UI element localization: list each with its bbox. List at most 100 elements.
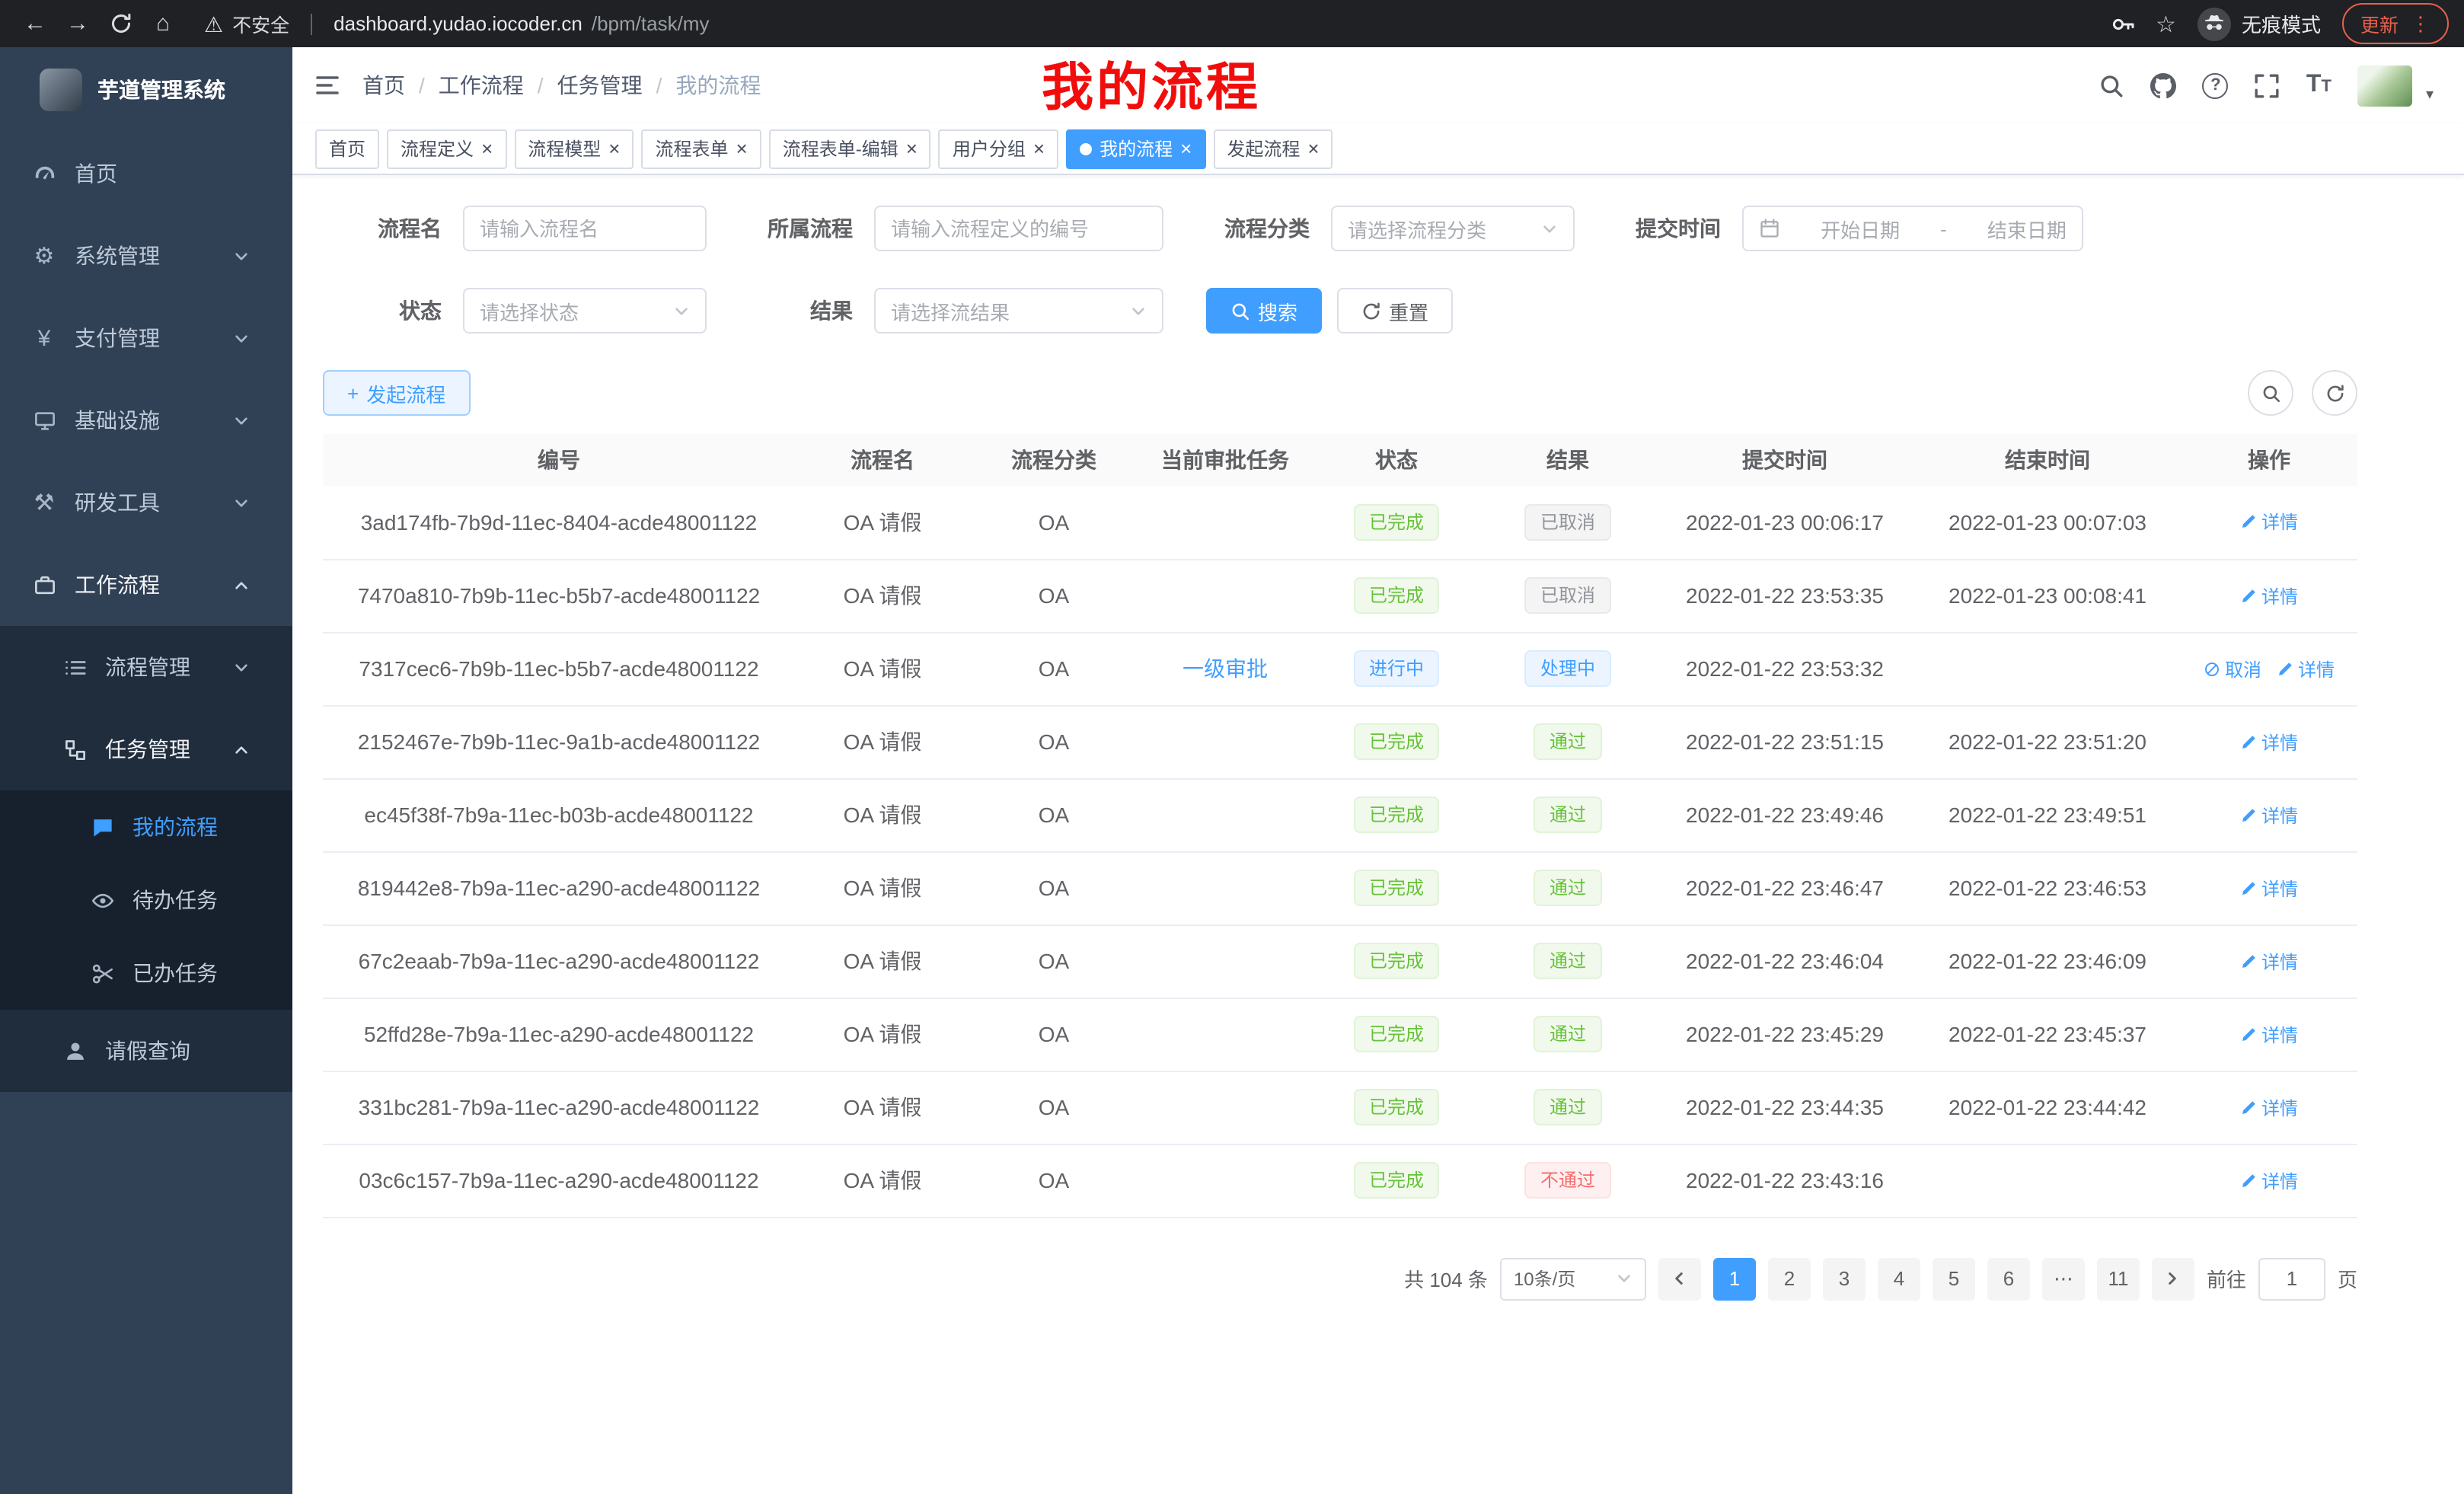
- status-select[interactable]: 请选择状态: [463, 288, 707, 334]
- action-label: 详情: [2261, 509, 2298, 535]
- font-size-icon[interactable]: TT: [2306, 72, 2332, 99]
- search-button[interactable]: 搜索: [1206, 288, 1322, 334]
- action-detail-link[interactable]: 详情: [2240, 1094, 2298, 1120]
- browser-update-button[interactable]: 更新 ⋮: [2342, 3, 2449, 44]
- cell-process-category: OA: [970, 924, 1138, 998]
- avatar[interactable]: [2357, 65, 2412, 106]
- reset-button[interactable]: 重置: [1337, 288, 1453, 334]
- result-tag: 通过: [1534, 723, 1601, 760]
- action-detail-link[interactable]: 详情: [2240, 1167, 2298, 1193]
- pagination-page-3[interactable]: 3: [1823, 1257, 1866, 1300]
- chevron-down-icon: [673, 302, 690, 319]
- sidebar-item-label: 我的流程: [132, 812, 271, 842]
- avatar-caret-icon[interactable]: ▾: [2426, 86, 2434, 103]
- tab-process-definition[interactable]: 流程定义×: [387, 129, 506, 168]
- tab-process-form[interactable]: 流程表单×: [641, 129, 761, 168]
- sidebar-item-payment[interactable]: ¥支付管理: [0, 297, 292, 379]
- tab-close-icon[interactable]: ×: [1307, 139, 1319, 158]
- sidebar-item-process-manage[interactable]: 流程管理: [0, 626, 292, 708]
- forward-button[interactable]: →: [58, 4, 97, 43]
- current-task-link[interactable]: 一级审批: [1183, 656, 1268, 681]
- breadcrumb-item[interactable]: 工作流程: [439, 70, 524, 101]
- password-key-icon[interactable]: [2110, 11, 2134, 36]
- action-detail-link[interactable]: 详情: [2240, 948, 2298, 974]
- sidebar-item-label: 研发工具: [75, 487, 227, 518]
- tab-home[interactable]: 首页: [315, 129, 379, 168]
- refresh-icon: [2325, 383, 2344, 403]
- search-button-label: 搜索: [1258, 296, 1297, 325]
- sidebar-item-devtools[interactable]: ⚒研发工具: [0, 461, 292, 544]
- github-icon[interactable]: [2151, 72, 2177, 98]
- sidebar-item-done-tasks[interactable]: 已办任务: [0, 937, 292, 1010]
- pagination-page-5[interactable]: 5: [1933, 1257, 1975, 1300]
- tab-process-form-edit[interactable]: 流程表单-编辑×: [769, 129, 931, 168]
- help-icon[interactable]: ?: [2203, 72, 2229, 98]
- page-size-select[interactable]: 10条/页: [1500, 1257, 1646, 1300]
- app-logo[interactable]: 芋道管理系统: [0, 47, 292, 132]
- cell-submit-time: 2022-01-22 23:46:47: [1655, 851, 1914, 924]
- tab-close-icon[interactable]: ×: [1033, 139, 1045, 158]
- breadcrumb-item[interactable]: 任务管理: [557, 70, 643, 101]
- pagination-page-11[interactable]: 11: [2097, 1257, 2140, 1300]
- sidebar-item-my-process[interactable]: 我的流程: [0, 790, 292, 864]
- browser-menu-icon[interactable]: ⋮: [2411, 11, 2430, 36]
- start-process-label: 发起流程: [366, 378, 445, 407]
- process-definition-input[interactable]: [874, 206, 1163, 251]
- pagination-page-1[interactable]: 1: [1713, 1257, 1756, 1300]
- action-cancel-link[interactable]: 取消: [2204, 656, 2261, 682]
- refresh-table-button[interactable]: [2312, 370, 2357, 416]
- tab-close-icon[interactable]: ×: [481, 139, 493, 158]
- next-page-button[interactable]: [2152, 1257, 2194, 1300]
- start-process-button[interactable]: + 发起流程: [323, 370, 470, 416]
- pagination-more[interactable]: ⋯: [2042, 1257, 2085, 1300]
- action-detail-link[interactable]: 详情: [2240, 729, 2298, 755]
- action-detail-link[interactable]: 详情: [2240, 802, 2298, 828]
- sidebar-item-leave-query[interactable]: 请假查询: [0, 1010, 292, 1092]
- tab-close-icon[interactable]: ×: [608, 139, 620, 158]
- result-select[interactable]: 请选择流结果: [874, 288, 1163, 334]
- sidebar-item-home[interactable]: 首页: [0, 132, 292, 215]
- submit-time-range-picker[interactable]: 开始日期 - 结束日期: [1742, 206, 2083, 251]
- tab-start-process[interactable]: 发起流程×: [1213, 129, 1333, 168]
- header-actions: ? TT ▾: [2099, 65, 2434, 106]
- column-header: 当前审批任务: [1138, 434, 1313, 486]
- bookmark-star-icon[interactable]: ☆: [2156, 10, 2176, 37]
- tab-close-icon[interactable]: ×: [736, 139, 748, 158]
- search-icon[interactable]: [2099, 72, 2125, 98]
- prev-page-button[interactable]: [1658, 1257, 1701, 1300]
- pagination-page-6[interactable]: 6: [1987, 1257, 2030, 1300]
- pagination-page-2[interactable]: 2: [1768, 1257, 1811, 1300]
- action-detail-link[interactable]: 详情: [2240, 583, 2298, 608]
- action-detail-link[interactable]: 详情: [2240, 1021, 2298, 1047]
- sidebar-item-task-manage[interactable]: 任务管理: [0, 708, 292, 790]
- filter-form: 流程名 所属流程 流程分类 请选择流程分类 提交时间: [292, 175, 2464, 334]
- tab-my-process[interactable]: 我的流程×: [1066, 129, 1205, 168]
- process-name-input[interactable]: [463, 206, 707, 251]
- process-category-select[interactable]: 请选择流程分类: [1331, 206, 1575, 251]
- tab-close-icon[interactable]: ×: [1180, 139, 1192, 158]
- sidebar-item-todo-tasks[interactable]: 待办任务: [0, 864, 292, 937]
- action-detail-link[interactable]: 详情: [2277, 656, 2335, 682]
- pagination-page-4[interactable]: 4: [1878, 1257, 1920, 1300]
- sidebar-item-infrastructure[interactable]: 基础设施: [0, 379, 292, 461]
- tab-close-icon[interactable]: ×: [906, 139, 918, 158]
- action-detail-link[interactable]: 详情: [2240, 509, 2298, 535]
- cell-end-time: 2022-01-22 23:46:09: [1914, 924, 2181, 998]
- cell-process-name: OA 请假: [795, 998, 970, 1071]
- goto-page-input[interactable]: [2258, 1257, 2325, 1300]
- back-button[interactable]: ←: [15, 4, 55, 43]
- address-bar[interactable]: ⚠不安全 dashboard.yudao.iocoder.cn/bpm/task…: [204, 9, 2107, 38]
- tab-user-group[interactable]: 用户分组×: [939, 129, 1058, 168]
- table-row: 3ad174fb-7b9d-11ec-8404-acde48001122OA 请…: [323, 486, 2357, 559]
- tab-process-model[interactable]: 流程模型×: [514, 129, 634, 168]
- reload-button[interactable]: [101, 4, 140, 43]
- action-detail-link[interactable]: 详情: [2240, 875, 2298, 901]
- not-secure-warning-icon: ⚠: [204, 13, 223, 34]
- collapse-sidebar-icon[interactable]: [314, 72, 341, 99]
- sidebar-item-system[interactable]: ⚙系统管理: [0, 215, 292, 297]
- breadcrumb-item[interactable]: 首页: [362, 70, 405, 101]
- sidebar-item-workflow[interactable]: 工作流程: [0, 544, 292, 626]
- show-search-button[interactable]: [2248, 370, 2293, 416]
- home-button[interactable]: ⌂: [143, 4, 183, 43]
- fullscreen-icon[interactable]: [2255, 72, 2280, 98]
